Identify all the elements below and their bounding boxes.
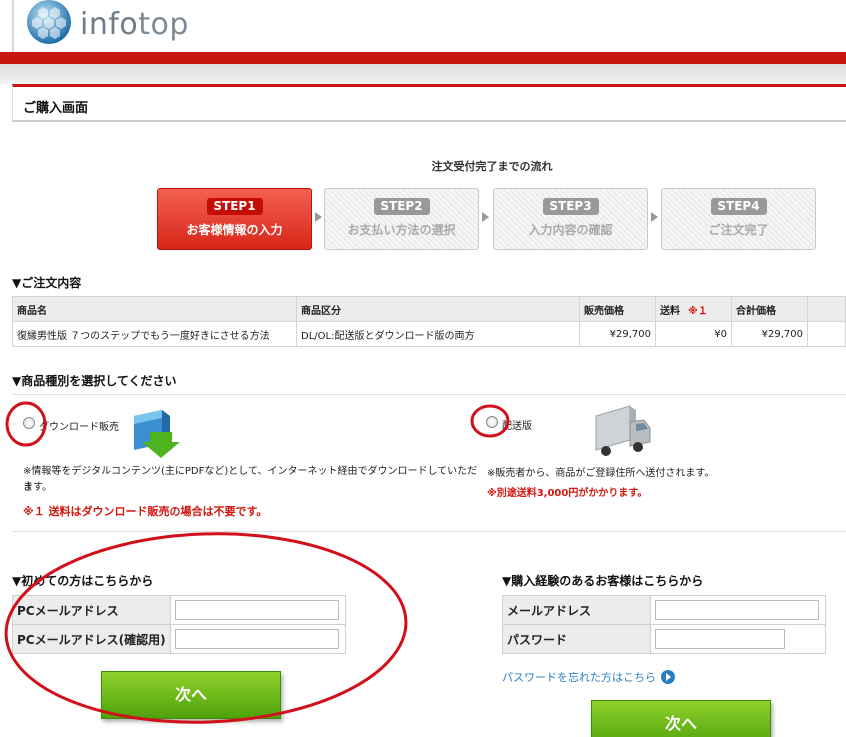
password-input[interactable]: [655, 629, 785, 649]
forgot-password-label[interactable]: パスワードを忘れた方はこちら: [502, 669, 656, 685]
header-red-bar: [0, 52, 846, 64]
header-grey-bar: [0, 64, 846, 84]
pc-email-confirm-input[interactable]: [175, 629, 339, 649]
price-cell: ¥29,700: [579, 321, 656, 347]
delivery-note: ※販売者から、商品がご登録住所へ送付されます。: [487, 468, 715, 479]
header-divider: [12, 0, 14, 52]
flow-title: 注文受付完了までの流れ: [431, 160, 553, 173]
download-icon: [134, 410, 180, 458]
step-1: STEP1 お客様情報の入力: [157, 188, 312, 250]
returning-customer-heading: ▼購入経験のあるお客様はこちらから: [502, 574, 704, 588]
form-row: PCメールアドレス: [12, 595, 346, 625]
shipping-note-marker: ※１: [688, 305, 708, 317]
col-shipping-label: 送料: [660, 305, 680, 317]
col-category: 商品区分: [296, 296, 580, 322]
download-label[interactable]: ダウンロード販売: [39, 418, 119, 433]
product-name-cell: 復縁男性版 ７つのステップでもう一度好きにさせる方法: [12, 321, 297, 347]
step-2: STEP2 お支払い方法の選択: [324, 188, 479, 250]
order-table: 商品名 商品区分 販売価格 送料 ※１ 合計価格 復縁男性版 ７つのステップでもう…: [12, 296, 846, 347]
new-customer-heading: ▼初めての方はこちらから: [12, 574, 154, 588]
form-row: PCメールアドレス(確認用): [12, 624, 346, 654]
email-input[interactable]: [655, 600, 819, 620]
total-cell: ¥29,700: [731, 321, 808, 347]
email-cell: [650, 595, 826, 625]
download-radio[interactable]: [23, 417, 35, 429]
step-1-badge: STEP1: [206, 198, 263, 215]
step-arrow-icon: [651, 212, 658, 222]
returning-customer-next-button[interactable]: 次へ: [591, 700, 771, 737]
order-heading: ▼ご注文内容: [12, 276, 82, 290]
shipping-cell: ¥0: [655, 321, 732, 347]
delivery-label[interactable]: 配送版: [502, 417, 532, 432]
logo-text: infotop: [80, 7, 189, 42]
step-3: STEP3 入力内容の確認: [493, 188, 648, 250]
pc-email-confirm-cell: [170, 624, 346, 654]
shipping-free-note: ※１ 送料はダウンロード販売の場合は不要です。: [23, 505, 268, 518]
password-label: パスワード: [502, 624, 651, 654]
col-blank: [807, 296, 846, 322]
new-customer-next-button[interactable]: 次へ: [101, 671, 281, 719]
password-cell: [650, 624, 826, 654]
step-2-badge: STEP2: [373, 198, 430, 215]
page-title: ご購入画面: [23, 101, 89, 116]
step-2-label: お支払い方法の選択: [347, 223, 456, 237]
email-label: メールアドレス: [502, 595, 651, 625]
form-row: パスワード: [502, 624, 826, 654]
step-4-badge: STEP4: [710, 198, 767, 215]
infotop-logo[interactable]: infotop: [24, 0, 189, 48]
forgot-password-link[interactable]: パスワードを忘れた方はこちら: [502, 669, 675, 685]
download-note-cont: ます。: [23, 482, 52, 493]
logo-text-accent: top: [138, 6, 189, 42]
product-type-heading: ▼商品種別を選択してください: [12, 374, 177, 388]
table-row: 復縁男性版 ７つのステップでもう一度好きにさせる方法 DL/OL:配送版とダウン…: [12, 321, 846, 347]
delivery-fee-note: ※別途送料3,000円がかかります。: [487, 488, 648, 499]
blank-cell: [807, 321, 846, 347]
pc-email-confirm-label: PCメールアドレス(確認用): [12, 624, 171, 654]
returning-customer-form: メールアドレス パスワード: [502, 595, 826, 654]
download-note: ※情報等をデジタルコンテンツ(主にPDFなど)として、インターネット経由でダウン…: [23, 466, 478, 493]
step-arrow-icon: [315, 212, 322, 222]
arrow-circle-icon[interactable]: [661, 670, 675, 684]
form-row: メールアドレス: [502, 595, 826, 625]
logo-text-main: info: [80, 6, 139, 42]
new-customer-form: PCメールアドレス PCメールアドレス(確認用): [12, 595, 346, 654]
pc-email-label: PCメールアドレス: [12, 595, 171, 625]
pc-email-cell: [170, 595, 346, 625]
page-title-box: ご購入画面: [12, 84, 846, 122]
table-header-row: 商品名 商品区分 販売価格 送料 ※１ 合計価格: [12, 296, 846, 322]
col-product-name: 商品名: [12, 296, 297, 322]
globe-logo-icon: [27, 0, 71, 44]
step-arrow-icon: [482, 212, 489, 222]
step-1-label: お客様情報の入力: [186, 223, 283, 237]
category-cell: DL/OL:配送版とダウンロード版の両方: [296, 321, 580, 347]
col-price: 販売価格: [579, 296, 656, 322]
step-3-badge: STEP3: [542, 198, 599, 215]
step-4: STEP4 ご注文完了: [661, 188, 816, 250]
step-4-label: ご注文完了: [708, 223, 769, 237]
delivery-radio[interactable]: [486, 416, 498, 428]
site-header: infotop: [0, 0, 846, 52]
col-shipping: 送料 ※１: [655, 296, 732, 322]
step-3-label: 入力内容の確認: [528, 223, 613, 237]
col-total: 合計価格: [731, 296, 808, 322]
truck-icon: [595, 405, 651, 456]
pc-email-input[interactable]: [175, 600, 339, 620]
